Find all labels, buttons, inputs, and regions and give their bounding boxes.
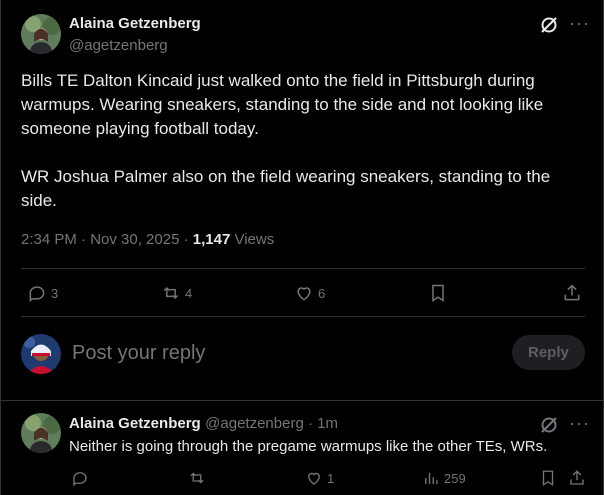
reply-views-count: 259 (444, 470, 466, 486)
more-icon[interactable]: ··· (569, 413, 590, 434)
bookmark-icon (542, 470, 554, 487)
divider (21, 268, 585, 269)
reply-author-name[interactable]: Alaina Getzenberg (69, 415, 201, 432)
reply-author-avatar[interactable] (21, 413, 61, 453)
views-icon (425, 472, 438, 484)
repost-count: 4 (185, 285, 193, 301)
divider (21, 316, 585, 317)
repost-icon (190, 472, 204, 484)
tweet-meta: 2:34 PM · Nov 30, 2025 · 1,147 Views (21, 231, 274, 248)
reply-submit-button[interactable]: Reply (512, 335, 585, 370)
views-label: Views (230, 231, 275, 248)
share-icon (564, 284, 580, 301)
user-avatar[interactable] (21, 334, 61, 374)
tweet-text: Bills TE Dalton Kincaid just walked onto… (21, 71, 551, 210)
grok-icon[interactable] (539, 15, 559, 40)
share-icon (570, 470, 584, 485)
reply-reply-button[interactable] (71, 469, 89, 487)
tweet-timestamp[interactable]: 2:34 PM · Nov 30, 2025 · (21, 231, 193, 248)
author-handle[interactable]: @agetzenberg (69, 37, 168, 54)
reply-header: Alaina Getzenberg @agetzenberg · 1m (69, 415, 338, 433)
author-avatar[interactable] (21, 14, 61, 54)
reply-input[interactable]: Post your reply (72, 342, 205, 365)
reply-like-button[interactable]: 1 (305, 469, 334, 487)
like-icon (308, 472, 320, 485)
share-button[interactable] (562, 283, 582, 303)
reply-repost-button[interactable] (188, 469, 206, 487)
like-icon (297, 287, 311, 301)
reply-like-count: 1 (327, 470, 335, 486)
like-count: 6 (318, 285, 326, 301)
reply-text: Neither is going through the pregame war… (69, 438, 548, 455)
like-button[interactable]: 6 (294, 283, 325, 303)
bookmark-button[interactable] (428, 283, 448, 303)
reply-bookmark-button[interactable] (539, 469, 557, 487)
reply-views-button[interactable]: 259 (422, 469, 466, 487)
reply-share-button[interactable] (568, 469, 586, 487)
divider (1, 400, 603, 401)
post-detail: Alaina Getzenberg @agetzenberg ··· Bills… (0, 0, 604, 495)
reply-author-handle[interactable]: @agetzenberg · 1m (205, 415, 338, 432)
author-name[interactable]: Alaina Getzenberg (69, 15, 201, 32)
reply-icon (73, 472, 87, 487)
reply-count: 3 (51, 285, 59, 301)
more-icon[interactable]: ··· (569, 13, 590, 34)
reply-button[interactable]: 3 (27, 283, 58, 303)
reply-icon (29, 286, 45, 303)
repost-icon (163, 286, 179, 300)
repost-button[interactable]: 4 (161, 283, 192, 303)
bookmark-icon (432, 284, 444, 302)
views-count: 1,147 (192, 231, 231, 248)
